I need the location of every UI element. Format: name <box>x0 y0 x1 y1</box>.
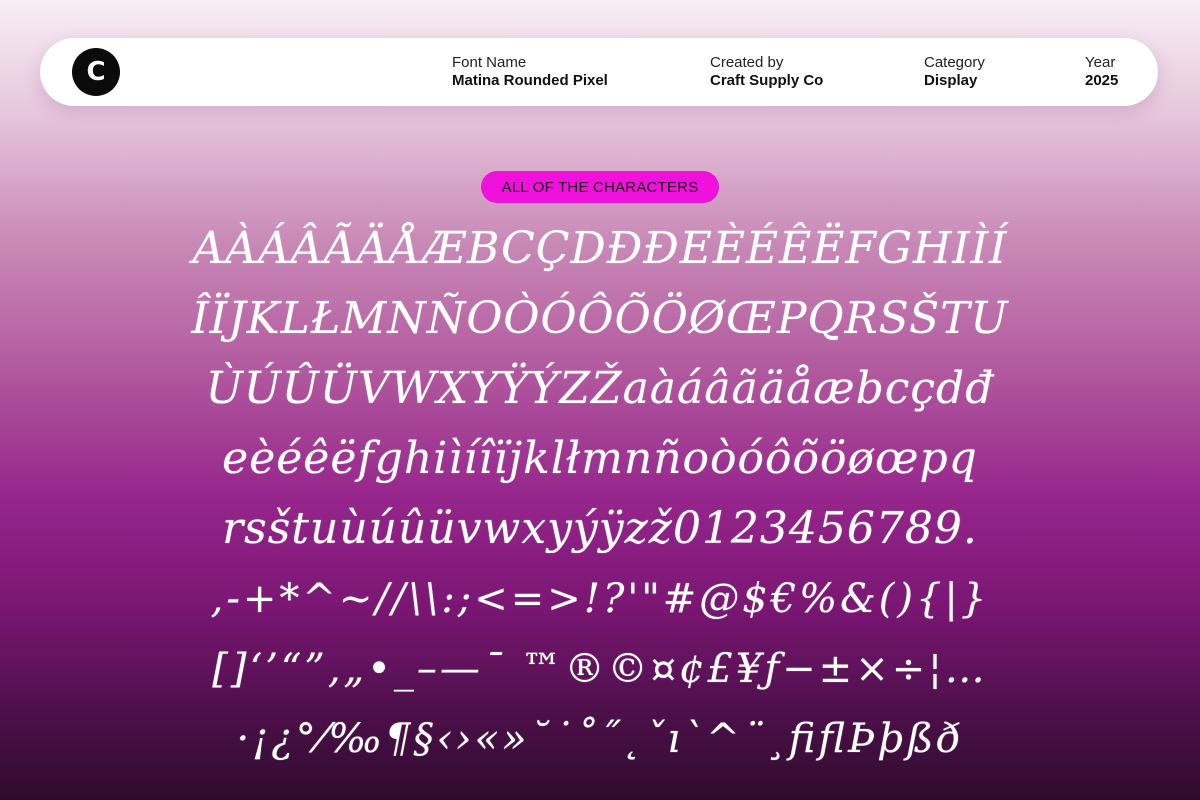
character-row: rsštuùúûüvwxyýÿzž0123456789. <box>222 503 978 554</box>
brand-logo: C <box>72 48 120 96</box>
category-value: Display <box>924 72 978 89</box>
category-info: Category Display <box>924 54 985 90</box>
year-value: 2025 <box>1085 72 1119 89</box>
all-characters-badge: ALL OF THE CHARACTERS <box>481 171 719 203</box>
created-by-value: Craft Supply Co <box>710 72 824 89</box>
character-set: AÀÁÂÃÄÅÆBCÇDĐÐEÈÉÊËFGHIÌÍ ÎÏJKLŁMNÑOÒÓÔÕ… <box>0 214 1200 774</box>
character-row: []‘’“”,„•_–—ˉ ™®©¤¢£¥ƒ−±×÷¦… <box>212 646 988 692</box>
brand-logo-letter: C <box>86 57 106 87</box>
font-name-info: Font Name Matina Rounded Pixel <box>452 54 608 90</box>
year-info: Year 2025 <box>1085 54 1118 90</box>
category-label: Category <box>924 54 985 71</box>
font-name-value: Matina Rounded Pixel <box>452 72 608 89</box>
character-row: ·¡¿°⁄‰¶§‹›«»˘˙˚˝˛ˇı`^¨¸ﬁﬂÞþßð <box>236 716 964 762</box>
character-row: ,-+*^~//\\:;<=>!?'"#@$€%&(){|} <box>210 576 990 622</box>
year-label: Year <box>1085 54 1116 71</box>
created-by-info: Created by Craft Supply Co <box>710 54 823 90</box>
font-name-label: Font Name <box>452 54 527 71</box>
character-row: AÀÁÂÃÄÅÆBCÇDĐÐEÈÉÊËFGHIÌÍ <box>192 223 1008 274</box>
character-row: ÙÚÛÜVWXYŸÝZŽaàáâãäåæbcçdđ <box>205 363 995 414</box>
font-info-header: C Font Name Matina Rounded Pixel Created… <box>40 38 1158 106</box>
created-by-label: Created by <box>710 54 784 71</box>
character-row: eèéêëfghiìíîïjklłmnñoòóôõöøœpq <box>222 433 978 484</box>
character-row: ÎÏJKLŁMNÑOÒÓÔÕÖØŒPQRSŠTU <box>191 293 1009 344</box>
